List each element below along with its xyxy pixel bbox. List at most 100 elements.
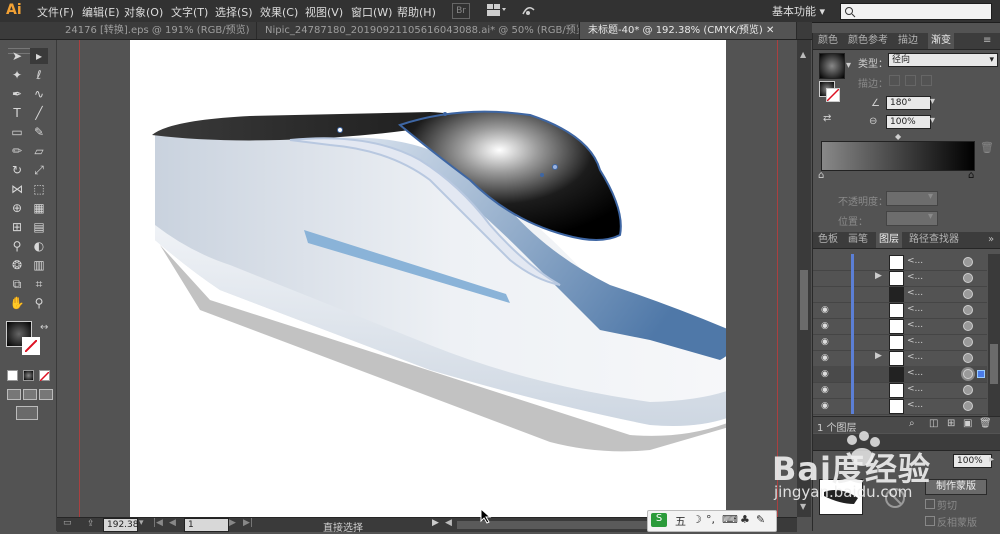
arrange-documents-icon[interactable]	[487, 4, 506, 16]
gradient-slider-bar[interactable]	[821, 141, 975, 171]
slice-tool-icon[interactable]: ⌗	[30, 276, 48, 292]
layer-name[interactable]: <...	[907, 336, 923, 346]
layer-target-icon[interactable]	[963, 385, 973, 395]
layer-name[interactable]: <...	[907, 320, 923, 330]
layer-row[interactable]: <...	[813, 254, 987, 271]
selection-indicator[interactable]	[977, 370, 985, 378]
color-mode-button[interactable]	[7, 370, 18, 381]
gradient-type-select[interactable]: 径向 ▾	[888, 53, 998, 67]
angle-field[interactable]: 180°	[886, 96, 931, 110]
layer-row[interactable]: ◉ ▶ <...	[813, 350, 987, 367]
layer-row-selected[interactable]: ◉ <...	[813, 366, 987, 383]
draw-behind-button[interactable]	[23, 389, 37, 400]
tab-pathfinder[interactable]: 路径查找器	[909, 232, 959, 248]
artboard-tool-icon[interactable]: ⧉	[8, 276, 26, 292]
lasso-tool-icon[interactable]: ℓ	[30, 67, 48, 83]
layer-target-icon[interactable]	[963, 369, 973, 379]
curvature-tool-icon[interactable]: ∿	[30, 86, 48, 102]
menu-window[interactable]: 窗口(W)	[351, 4, 392, 20]
tab-brushes[interactable]: 画笔	[848, 232, 868, 248]
layer-row[interactable]: <...	[813, 286, 987, 303]
pen-tool-icon[interactable]: ✒	[8, 86, 26, 102]
rectangle-tool-icon[interactable]: ▭	[8, 124, 26, 140]
layer-row[interactable]: ◉ <...	[813, 382, 987, 399]
menu-effect[interactable]: 效果(C)	[260, 4, 298, 20]
tab-color[interactable]: 颜色	[818, 33, 838, 49]
draw-inside-button[interactable]	[39, 389, 53, 400]
locate-object-icon[interactable]: ⌕	[909, 418, 915, 429]
bullet-train-artwork[interactable]	[130, 40, 760, 517]
layer-target-icon[interactable]	[963, 257, 973, 267]
layers-scrollbar[interactable]	[988, 254, 1000, 416]
close-tab-icon[interactable]: ✕	[766, 25, 774, 36]
aspect-dropdown-icon[interactable]: ▾	[930, 115, 935, 126]
column-graph-tool-icon[interactable]: ▥	[30, 257, 48, 273]
mesh-tool-icon[interactable]: ⊞	[8, 219, 26, 235]
layer-name[interactable]: <...	[907, 256, 923, 266]
layer-name[interactable]: <...	[907, 288, 923, 298]
eye-icon[interactable]: ◉	[821, 321, 832, 331]
menu-type[interactable]: 文字(T)	[171, 4, 208, 20]
scroll-down-icon[interactable]: ▼	[800, 502, 806, 511]
tab-swatches[interactable]: 色板	[818, 232, 838, 248]
tab-document-3[interactable]: 未标题-40* @ 192.38% (CMYK/预览) ✕	[580, 22, 797, 39]
layer-target-icon[interactable]	[963, 353, 973, 363]
ime-mode-label[interactable]: 五	[675, 513, 686, 529]
eye-icon[interactable]: ◉	[821, 353, 832, 363]
scrollbar-thumb[interactable]	[800, 270, 808, 330]
layer-name[interactable]: <...	[907, 272, 923, 282]
invert-mask-checkbox[interactable]	[925, 516, 935, 526]
tab-layers[interactable]: 图层	[876, 232, 902, 248]
stroke-swatch[interactable]	[22, 337, 40, 355]
none-mode-button[interactable]	[39, 370, 50, 382]
layer-name[interactable]: <...	[907, 304, 923, 314]
blend-tool-icon[interactable]: ◐	[30, 238, 48, 254]
page-field[interactable]: 1	[184, 518, 229, 532]
symbol-sprayer-tool-icon[interactable]: ❂	[8, 257, 26, 273]
eyedropper-tool-icon[interactable]: ⚲	[8, 238, 26, 254]
share-icon[interactable]: ⇪	[87, 519, 95, 529]
gradient-stop-right[interactable]: ⌂	[968, 170, 974, 181]
tab-document-1[interactable]: 24176 [转换].eps @ 191% (RGB/预览)	[57, 22, 257, 39]
reverse-gradient-icon[interactable]: ⇄	[823, 113, 831, 124]
tab-color-guide[interactable]: 颜色参考	[848, 33, 888, 49]
swap-fill-stroke-icon[interactable]: ↔	[40, 322, 48, 333]
screen-mode-button[interactable]	[16, 406, 38, 420]
layers-scrollbar-thumb[interactable]	[990, 344, 998, 384]
tab-gradient[interactable]: 渐变	[928, 33, 954, 49]
stroke-mini-swatch[interactable]	[826, 88, 840, 102]
shape-builder-tool-icon[interactable]: ⊕	[8, 200, 26, 216]
delete-stop-icon[interactable]: 🗑	[980, 141, 994, 154]
delete-layer-icon[interactable]: 🗑	[979, 418, 992, 429]
layer-row[interactable]: ◉ <...	[813, 302, 987, 319]
gradient-preview-swatch[interactable]	[819, 53, 845, 79]
eye-icon[interactable]: ◉	[821, 305, 832, 315]
perspective-tool-icon[interactable]: ▦	[30, 200, 48, 216]
expand-triangle-icon[interactable]: ▶	[875, 351, 882, 361]
ime-punct-icon[interactable]: °,	[706, 513, 715, 526]
gradient-dropdown-icon[interactable]: ▾	[846, 60, 851, 71]
type-tool-icon[interactable]: T	[8, 105, 26, 121]
layer-row[interactable]: ▶ <...	[813, 270, 987, 287]
angle-dropdown-icon[interactable]: ▾	[930, 96, 935, 107]
layer-name[interactable]: <...	[907, 384, 923, 394]
gradient-tool-icon[interactable]: ▤	[30, 219, 48, 235]
menu-file[interactable]: 文件(F)	[37, 4, 74, 20]
menu-object[interactable]: 对象(O)	[124, 4, 163, 20]
gradient-mode-button[interactable]	[23, 370, 34, 381]
width-tool-icon[interactable]: ⋈	[8, 181, 26, 197]
opacity-percent-field[interactable]: 100%	[953, 454, 992, 468]
stroke-option-3-icon[interactable]	[921, 75, 932, 86]
midpoint-diamond-icon[interactable]: ◆	[895, 132, 901, 141]
eye-icon[interactable]: ◉	[821, 369, 832, 379]
vertical-scrollbar[interactable]: ▲ ▼	[797, 40, 811, 517]
menu-select[interactable]: 选择(S)	[215, 4, 253, 20]
layer-name[interactable]: <...	[907, 400, 923, 410]
layer-target-icon[interactable]	[963, 273, 973, 283]
workspace-switcher[interactable]: 基本功能 ▾	[772, 3, 825, 19]
ime-toolbar[interactable]: S 五 ☽ °, ⌨ ♣ ✎	[647, 510, 777, 532]
make-clipping-mask-icon[interactable]: ◫	[929, 418, 938, 429]
eraser-tool-icon[interactable]: ▱	[30, 143, 48, 159]
magic-wand-tool-icon[interactable]: ✦	[8, 67, 26, 83]
layer-target-icon[interactable]	[963, 337, 973, 347]
